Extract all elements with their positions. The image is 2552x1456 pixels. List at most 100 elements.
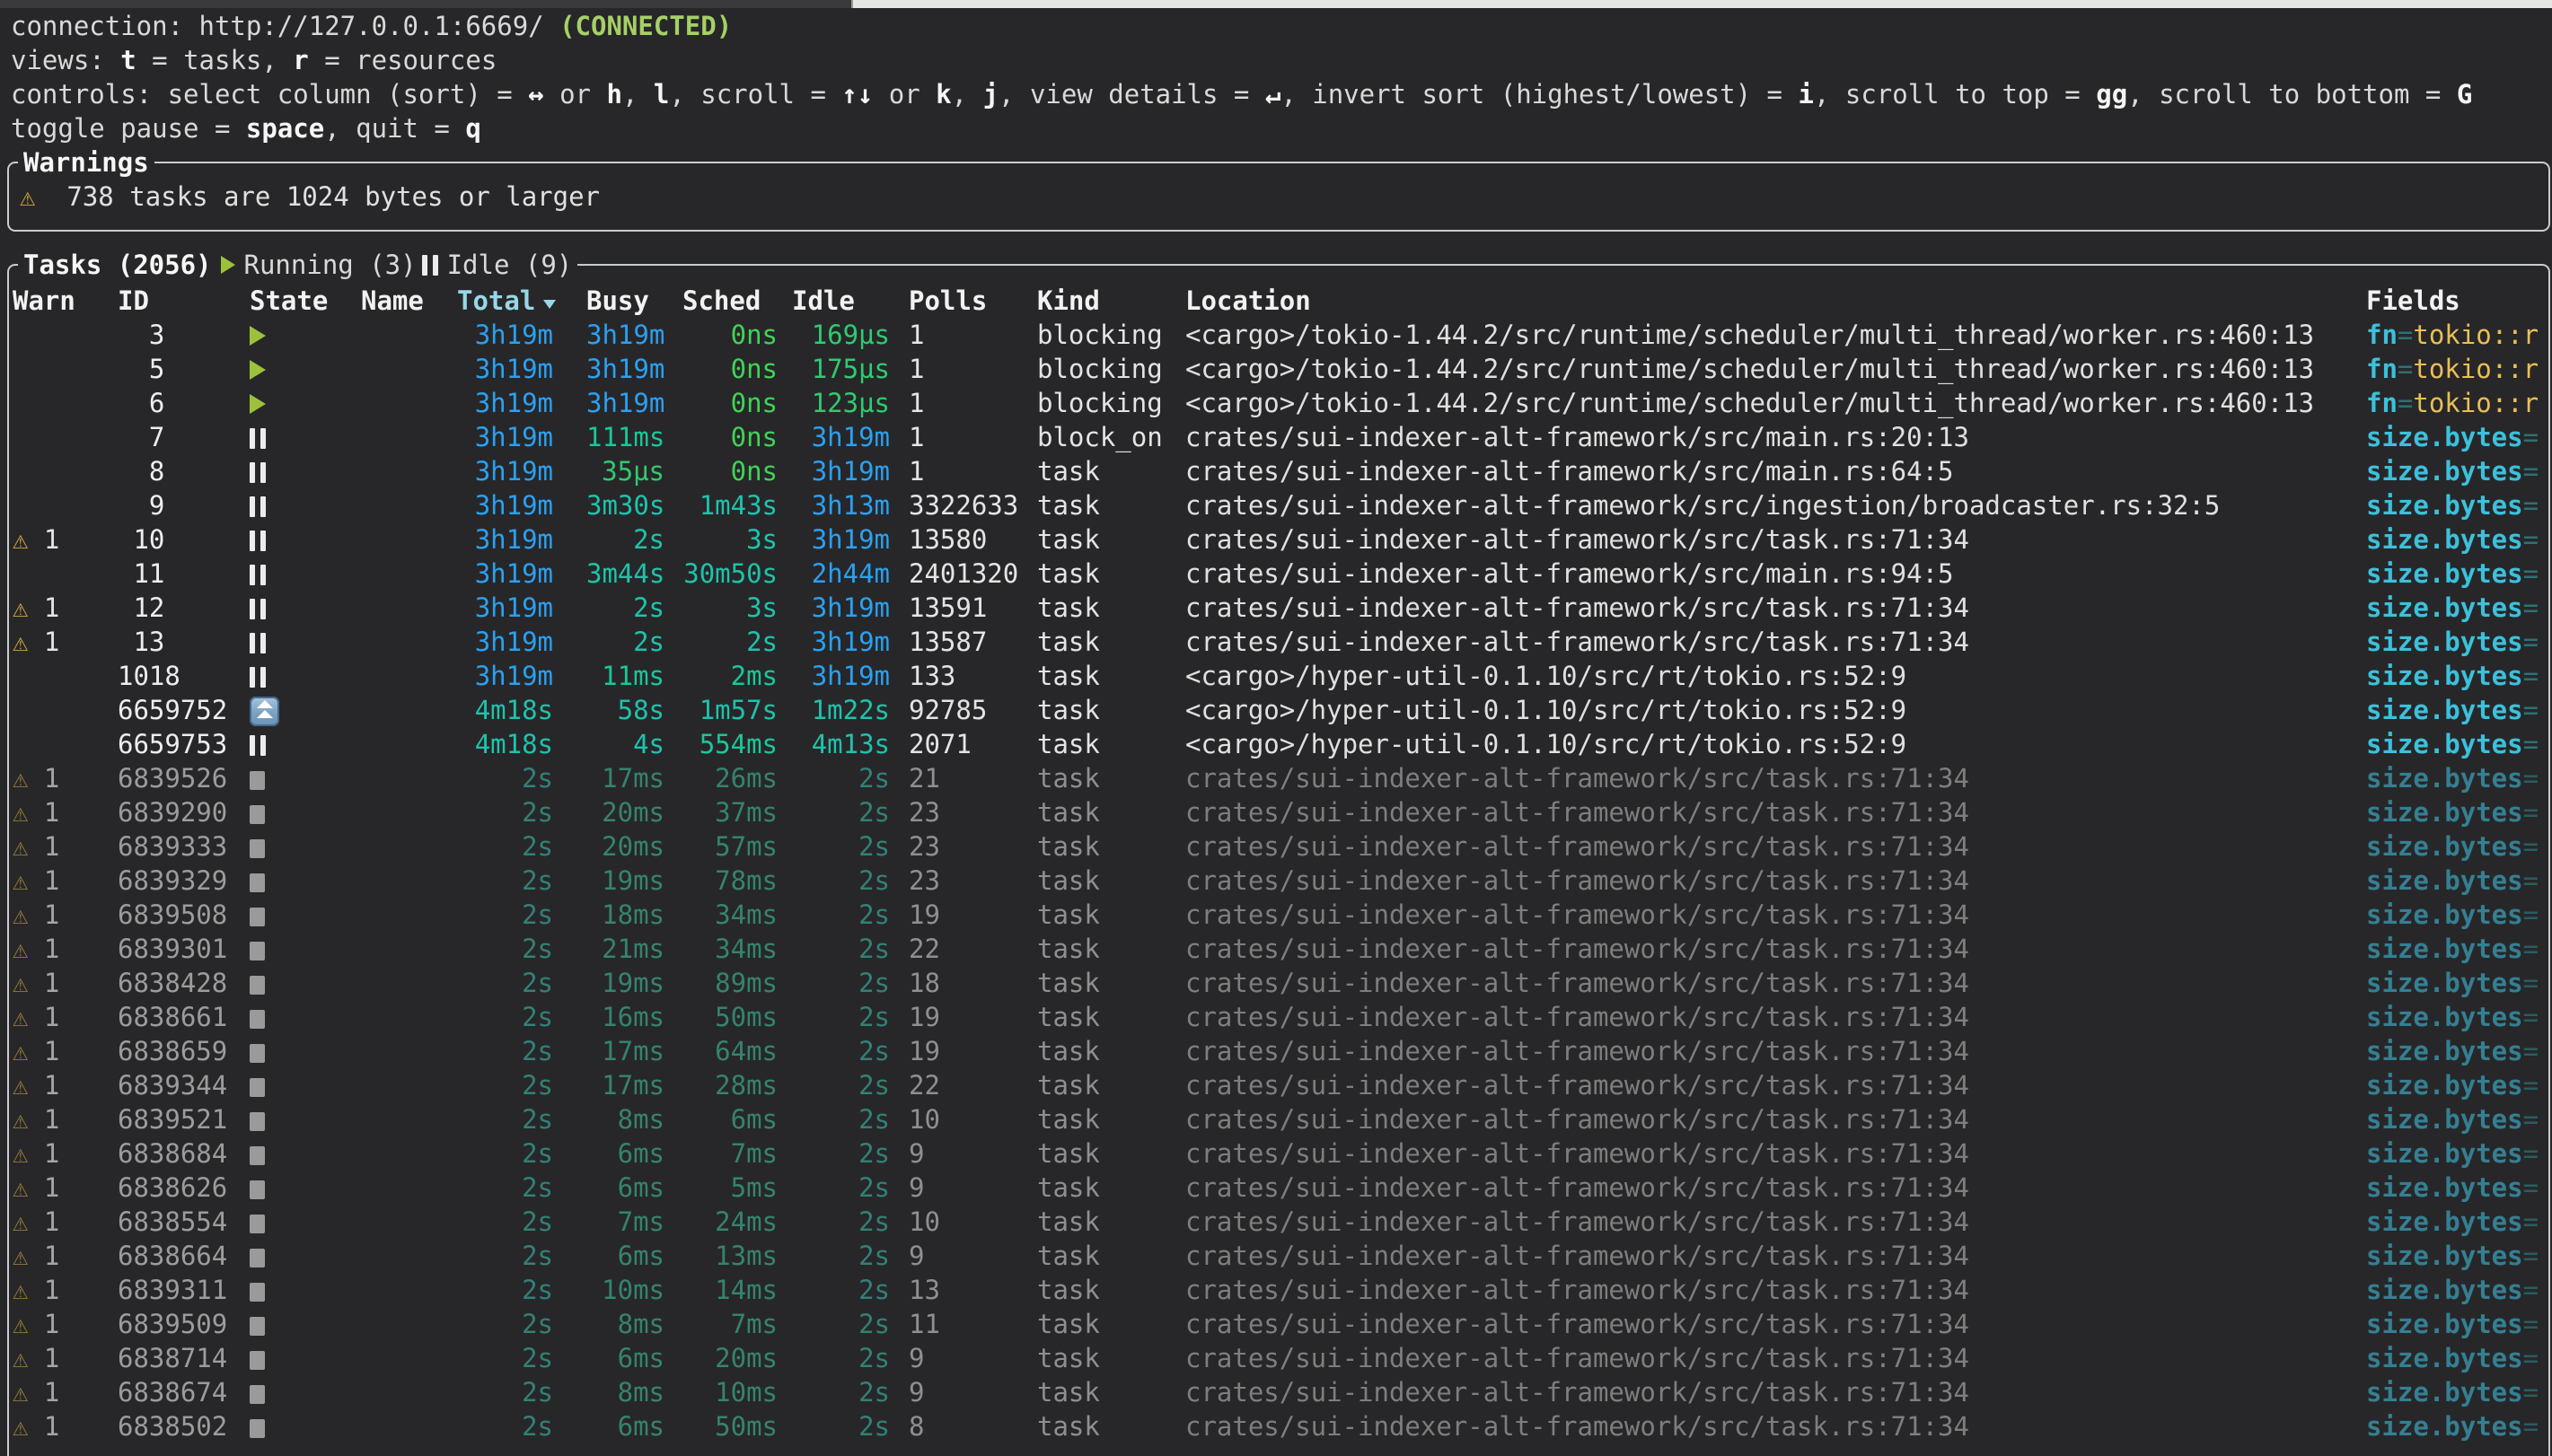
task-row[interactable]: ⚠ 168386262s6ms5ms2s9taskcrates/sui-inde… [9, 1171, 2548, 1205]
column-header-sched[interactable]: Sched [682, 284, 778, 318]
total-duration: 3h19m [457, 352, 553, 386]
task-row[interactable]: 63h19m3h19m0ns123µs1blocking<cargo>/toki… [9, 386, 2548, 420]
busy-duration: 4s [586, 727, 664, 761]
task-row[interactable]: 10183h19m11ms2ms3h19m133task<cargo>/hype… [9, 659, 2548, 693]
column-header-total[interactable]: Total [457, 284, 556, 318]
field-key: size.bytes [2366, 1309, 2523, 1339]
column-header-warn[interactable]: Warn [13, 284, 113, 318]
task-row[interactable]: ⚠ 168393012s21ms34ms2s22taskcrates/sui-i… [9, 932, 2548, 966]
total-duration: 2s [457, 898, 553, 932]
warn-count: 1 [44, 899, 59, 930]
busy-duration: 10ms [586, 1273, 664, 1307]
field-key: size.bytes [2366, 661, 2523, 691]
task-row[interactable]: 66597534m18s4s554ms4m13s2071task<cargo>/… [9, 727, 2548, 761]
field-equals: = [2523, 1138, 2539, 1169]
task-row[interactable]: ⚠ 168395092s8ms7ms2s11taskcrates/sui-ind… [9, 1307, 2548, 1341]
task-kind: blocking [1037, 318, 1181, 352]
column-header-fields[interactable]: Fields [2366, 284, 2542, 318]
task-id: 6839301 [118, 932, 229, 966]
task-row[interactable]: ⚠ 168393332s20ms57ms2s23taskcrates/sui-i… [9, 829, 2548, 864]
task-row[interactable]: 33h19m3h19m0ns169µs1blocking<cargo>/toki… [9, 318, 2548, 352]
task-id: 6659752 [118, 693, 229, 727]
column-header-busy[interactable]: Busy [586, 284, 664, 318]
task-row[interactable]: ⚠ 168385022s6ms50ms2s8taskcrates/sui-ind… [9, 1409, 2548, 1443]
polls-count: 9 [909, 1171, 1033, 1205]
task-row[interactable]: ⚠ 168386642s6ms13ms2s9taskcrates/sui-ind… [9, 1239, 2548, 1273]
field-equals: = [2523, 456, 2539, 487]
task-row[interactable]: 73h19m111ms0ns3h19m1block_oncrates/sui-i… [9, 420, 2548, 454]
column-header-polls[interactable]: Polls [909, 284, 1033, 318]
warning-icon: ⚠ [13, 1070, 44, 1101]
task-name [361, 1239, 451, 1273]
warn-count: 1 [44, 1070, 59, 1101]
warn-cell: ⚠ 1 [13, 522, 113, 557]
busy-duration: 6ms [586, 1136, 664, 1171]
idle-duration: 2s [792, 1273, 890, 1307]
sched-duration: 26ms [682, 761, 778, 795]
task-row[interactable]: ⚠ 168384282s19ms89ms2s18taskcrates/sui-i… [9, 966, 2548, 1000]
warn-count: 1 [44, 968, 59, 998]
task-row[interactable]: ⚠ 168393292s19ms78ms2s23taskcrates/sui-i… [9, 864, 2548, 898]
field-equals: = [2523, 1275, 2539, 1305]
idle-duration: 2s [792, 1000, 890, 1034]
field-key: size.bytes [2366, 729, 2523, 759]
task-fields: size.bytes= [2366, 1171, 2542, 1205]
total-duration: 3h19m [457, 659, 553, 693]
sched-duration: 0ns [682, 352, 778, 386]
idle-duration: 2s [792, 795, 890, 829]
task-kind: task [1037, 1273, 1181, 1307]
idle-duration: 2s [792, 864, 890, 898]
task-row[interactable]: ⚠ 168385542s7ms24ms2s10taskcrates/sui-in… [9, 1205, 2548, 1239]
field-equals: = [2523, 1411, 2539, 1442]
task-row[interactable]: 83h19m35µs0ns3h19m1taskcrates/sui-indexe… [9, 454, 2548, 488]
done-icon [250, 839, 265, 858]
task-row[interactable]: ⚠ 168387142s6ms20ms2s9taskcrates/sui-ind… [9, 1341, 2548, 1375]
total-duration: 2s [457, 966, 553, 1000]
polls-count: 18 [909, 966, 1033, 1000]
column-header-kind[interactable]: Kind [1037, 284, 1181, 318]
task-name [361, 1034, 451, 1068]
sched-duration: 7ms [682, 1307, 778, 1341]
state-cell [250, 318, 357, 352]
task-location: crates/sui-indexer-alt-framework/src/tas… [1185, 1375, 2362, 1409]
task-row[interactable]: ⚠ 168393442s17ms28ms2s22taskcrates/sui-i… [9, 1068, 2548, 1102]
task-id: 6838626 [118, 1171, 229, 1205]
task-row[interactable]: 113h19m3m44s30m50s2h44m2401320taskcrates… [9, 557, 2548, 591]
task-fields: size.bytes= [2366, 1307, 2542, 1341]
field-key: size.bytes [2366, 934, 2523, 964]
task-row[interactable]: ⚠ 1 133h19m2s2s3h19m13587taskcrates/sui-… [9, 625, 2548, 659]
state-cell [250, 659, 357, 693]
task-location: crates/sui-indexer-alt-framework/src/tas… [1185, 625, 2362, 659]
task-id: 6838714 [118, 1341, 229, 1375]
done-icon [250, 1215, 265, 1233]
task-fields: size.bytes= [2366, 488, 2542, 522]
task-row[interactable]: 66597524m18s58s1m57s1m22s92785task<cargo… [9, 693, 2548, 727]
column-header-state[interactable]: State [250, 284, 357, 318]
task-row[interactable]: ⚠ 168395212s8ms6ms2s10taskcrates/sui-ind… [9, 1102, 2548, 1136]
task-row[interactable]: 93h19m3m30s1m43s3h13m3322633taskcrates/s… [9, 488, 2548, 522]
task-row[interactable]: ⚠ 168386842s6ms7ms2s9taskcrates/sui-inde… [9, 1136, 2548, 1171]
task-row[interactable]: ⚠ 168395082s18ms34ms2s19taskcrates/sui-i… [9, 898, 2548, 932]
polls-count: 8 [909, 1409, 1033, 1443]
column-header-name[interactable]: Name [361, 284, 451, 318]
task-row[interactable]: 53h19m3h19m0ns175µs1blocking<cargo>/toki… [9, 352, 2548, 386]
task-row[interactable]: ⚠ 168393112s10ms14ms2s13taskcrates/sui-i… [9, 1273, 2548, 1307]
task-name [361, 386, 451, 420]
task-fields: size.bytes= [2366, 557, 2542, 591]
column-header-id[interactable]: ID [118, 284, 229, 318]
task-row[interactable]: ⚠ 1 103h19m2s3s3h19m13580taskcrates/sui-… [9, 522, 2548, 557]
task-fields: size.bytes= [2366, 625, 2542, 659]
idle-duration: 2s [792, 898, 890, 932]
sort-indicator-icon [543, 300, 556, 309]
warning-icon: ⚠ [13, 899, 44, 930]
task-row[interactable]: ⚠ 168392902s20ms37ms2s23taskcrates/sui-i… [9, 795, 2548, 829]
task-row[interactable]: ⚠ 1 123h19m2s3s3h19m13591taskcrates/sui-… [9, 591, 2548, 625]
column-header-location[interactable]: Location [1185, 284, 2362, 318]
task-row[interactable]: ⚠ 168386612s16ms50ms2s19taskcrates/sui-i… [9, 1000, 2548, 1034]
task-row[interactable]: ⚠ 168395262s17ms26ms2s21taskcrates/sui-i… [9, 761, 2548, 795]
task-row[interactable]: ⚠ 168386742s8ms10ms2s9taskcrates/sui-ind… [9, 1375, 2548, 1409]
column-header-idle[interactable]: Idle [792, 284, 890, 318]
task-row[interactable]: ⚠ 168386592s17ms64ms2s19taskcrates/sui-i… [9, 1034, 2548, 1068]
warn-cell [13, 352, 113, 386]
task-location: crates/sui-indexer-alt-framework/src/tas… [1185, 932, 2362, 966]
